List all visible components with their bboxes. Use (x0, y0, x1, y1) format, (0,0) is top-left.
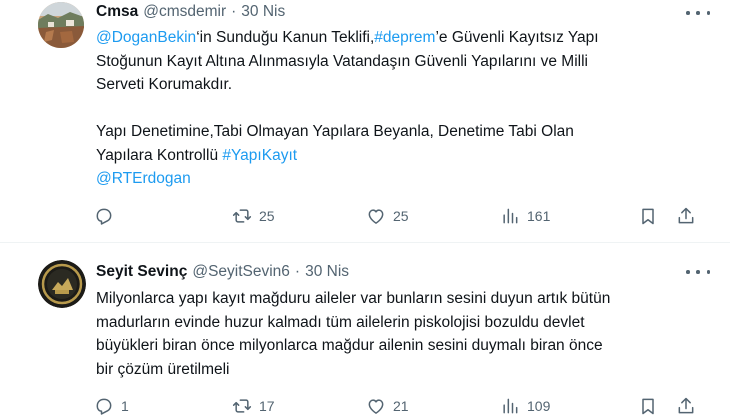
display-name[interactable]: Cmsa (96, 3, 138, 21)
text-span: Stoğunun Kayıt Altına Alınmasıyla Vatand… (96, 52, 588, 70)
share-button[interactable] (676, 206, 696, 226)
retweet-button[interactable]: 25 (232, 206, 275, 226)
text-line: Yapı Denetimine,Tabi Olmayan Yapılara Be… (96, 120, 696, 144)
retweet-count: 25 (259, 208, 275, 224)
reply-button[interactable]: 1 (94, 396, 129, 416)
heart-icon (368, 399, 384, 414)
reply-button[interactable] (94, 206, 121, 226)
share-icon (678, 397, 694, 414)
bookmark-button[interactable] (638, 206, 658, 226)
text-line: büyükleri biran önce milyonlarca mağdur … (96, 334, 696, 358)
retweet-icon (232, 399, 252, 413)
text-span: ’e Güvenli Kayıtsız Yapı (435, 29, 599, 46)
bookmark-icon (642, 208, 654, 225)
text-line: @RTErdogan (96, 167, 696, 191)
tweet-actions: 1 17 21 109 (94, 396, 694, 420)
analytics-icon (503, 208, 518, 224)
analytics-icon (503, 398, 518, 414)
reply-count: 1 (121, 398, 129, 414)
text-line: @DoganBekin‘in Sunduğu Kanun Teklifi,#de… (96, 26, 696, 50)
separator-dot: · (294, 263, 301, 280)
text-line: Stoğunun Kayıt Altına Alınmasıyla Vatand… (96, 50, 696, 74)
timestamp[interactable]: 30 Nis (305, 263, 349, 281)
text-span: Yapılara Kontrollü (96, 146, 223, 164)
like-button[interactable]: 25 (366, 206, 409, 226)
retweet-icon (232, 209, 252, 223)
retweet-button[interactable]: 17 (232, 396, 275, 416)
tweet[interactable]: Seyit Sevinç @SeyitSevin6 · 30 Nis Milyo… (0, 243, 730, 420)
round-emblem-avatar-icon (38, 260, 86, 308)
like-count: 25 (393, 208, 409, 224)
tweet-text: Milyonlarca yapı kayıt mağduru aileler v… (96, 287, 696, 381)
text-span: Serveti Korumakdır. (96, 76, 233, 93)
reply-icon (96, 208, 112, 225)
avatar[interactable] (38, 2, 84, 48)
timestamp[interactable]: 30 Nis (241, 3, 285, 21)
views-button[interactable]: 161 (500, 206, 550, 226)
tweet-header: Cmsa @cmsdemir · 30 Nis (96, 3, 285, 21)
share-button[interactable] (676, 396, 696, 416)
view-count: 109 (527, 398, 551, 414)
bookmark-icon (642, 398, 654, 415)
hashtag-link[interactable]: #deprem (374, 29, 435, 46)
text-span: bir çözüm üretilmeli (96, 360, 230, 378)
bookmark-button[interactable] (638, 396, 658, 416)
text-line: Yapılara Kontrollü #YapıKayıt (96, 144, 696, 168)
more-options-icon[interactable] (686, 265, 710, 279)
hashtag-link[interactable]: #YapıKayıt (222, 147, 297, 164)
text-span: madurların evinde huzur kalmadı tüm aile… (96, 313, 585, 331)
tweet[interactable]: Cmsa @cmsdemir · 30 Nis @DoganBekin‘in S… (0, 0, 730, 243)
text-span: Milyonlarca yapı kayıt mağduru aileler v… (96, 290, 611, 307)
more-options-icon[interactable] (686, 6, 710, 20)
text-line: madurların evinde huzur kalmadı tüm aile… (96, 311, 696, 335)
share-icon (678, 207, 694, 224)
mention-link[interactable]: @DoganBekin (96, 29, 196, 46)
tweet-text: @DoganBekin‘in Sunduğu Kanun Teklifi,#de… (96, 26, 696, 191)
text-line: Serveti Korumakdır. (96, 73, 696, 97)
text-span: büyükleri biran önce milyonlarca mağdur … (96, 337, 603, 354)
text-line: Milyonlarca yapı kayıt mağduru aileler v… (96, 287, 696, 311)
avatar[interactable] (38, 260, 86, 308)
like-count: 21 (393, 398, 409, 414)
heart-icon (368, 209, 384, 224)
view-count: 161 (527, 208, 551, 224)
text-line: bir çözüm üretilmeli (96, 358, 696, 382)
display-name[interactable]: Seyit Sevinç (96, 263, 187, 281)
tweet-actions: 25 25 161 (94, 206, 694, 230)
retweet-count: 17 (259, 398, 275, 414)
landscape-photo-avatar-icon (38, 2, 84, 48)
separator-dot: · (231, 3, 237, 20)
views-button[interactable]: 109 (500, 396, 550, 416)
mention-link[interactable]: @RTErdogan (96, 170, 191, 187)
reply-icon (96, 398, 112, 415)
user-handle[interactable]: @SeyitSevin6 (192, 263, 290, 281)
like-button[interactable]: 21 (366, 396, 409, 416)
tweet-header: Seyit Sevinç @SeyitSevin6 · 30 Nis (96, 263, 349, 281)
user-handle[interactable]: @cmsdemir (143, 3, 226, 21)
text-span: Yapı Denetimine,Tabi Olmayan Yapılara Be… (96, 123, 574, 140)
text-span: ‘in Sunduğu Kanun Teklifi, (196, 29, 375, 46)
